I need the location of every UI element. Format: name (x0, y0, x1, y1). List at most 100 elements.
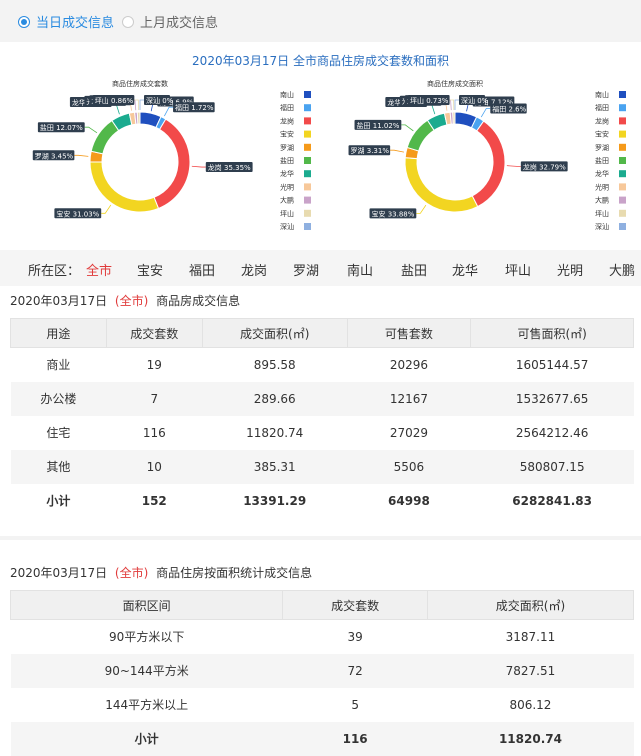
pie-leader-line (454, 99, 459, 110)
district-item-all[interactable]: 全市 (86, 260, 112, 279)
radio-icon[interactable] (18, 15, 30, 28)
tab-last-month[interactable]: 上月成交信息 (122, 12, 218, 31)
pie-leader-line (480, 108, 491, 118)
col-header: 用途 (10, 318, 107, 348)
table1-heading: 2020年03月17日 (全市) 商品房成交信息 (10, 292, 240, 309)
radio-icon[interactable] (122, 15, 134, 28)
legend-label: 深汕 (595, 222, 609, 231)
col-header: 可售套数 (346, 318, 472, 348)
table-cell: 3187.11 (505, 629, 556, 644)
legend-swatch (304, 196, 311, 204)
district-item-luohu[interactable]: 罗湖 (293, 260, 319, 279)
legend-label: 龙华 (280, 169, 294, 178)
pie-leader-line (84, 126, 98, 134)
pie-slice (153, 118, 191, 210)
table-cell: 895.58 (253, 357, 296, 372)
pie-leader-line (139, 99, 144, 110)
table2-district: (全市) (114, 566, 149, 580)
legend-label: 光明 (595, 182, 609, 191)
legend-label: 盐田 (280, 156, 294, 165)
table-cell: 商业 (46, 358, 71, 373)
district-item-nanshan[interactable]: 南山 (347, 260, 373, 279)
legend-swatch (304, 91, 311, 98)
table-cell: 580807.15 (470, 449, 634, 484)
legend-swatch (619, 196, 626, 204)
pie-data-label: 深汕 0% (461, 96, 489, 105)
section-divider (0, 536, 641, 540)
legend-label: 福田 (280, 103, 294, 112)
pie-data-label: 福田 2.6% (492, 104, 526, 113)
legend-label: 大鹏 (595, 196, 609, 205)
table-cell: 116 (282, 721, 428, 756)
table-cell: 1532677.65 (470, 381, 634, 416)
table-cell: 90平方米以下 (109, 630, 185, 645)
table-cell: 289.66 (202, 381, 348, 416)
table-cell: 5 (351, 697, 359, 712)
pie-leader-line (101, 204, 112, 214)
legend-swatch (619, 170, 626, 178)
table-cell: 144平方米以上 (105, 698, 189, 712)
table-row: 90~144平方米 72 7827.51 (10, 653, 634, 688)
tab-today[interactable]: 当日成交信息 (18, 12, 114, 31)
pie-slice (90, 119, 120, 155)
pie-leader-line (416, 204, 427, 214)
legend-swatch (304, 223, 311, 230)
legend-label: 大鹏 (280, 196, 294, 205)
district-item-yantian[interactable]: 盐田 (401, 260, 427, 279)
district-item-dapeng[interactable]: 大鹏 (609, 260, 635, 279)
district-item-pingshan[interactable]: 坪山 (505, 260, 531, 279)
table-row: 144平方米以上 5 806.12 (11, 688, 634, 722)
pie-slice (452, 111, 456, 125)
legend-label: 龙岗 (280, 116, 294, 125)
table-cell: 12167 (347, 381, 471, 416)
legend-swatch (619, 157, 626, 164)
table-cell: 7827.51 (427, 653, 634, 688)
legend-swatch (619, 130, 626, 138)
table-cell: 72 (282, 653, 428, 688)
table-cell: 64998 (388, 493, 430, 508)
pie-data-label: 龙岗 32.79% (523, 162, 566, 171)
legend-label: 宝安 (280, 130, 294, 139)
pie-title: 商品住房成交套数 (112, 79, 168, 88)
pie-slice (471, 120, 506, 208)
legend-swatch (304, 157, 311, 164)
table-cell: 27029 (389, 425, 429, 440)
pie-data-label: 宝安 31.03% (56, 209, 99, 218)
col-header: 成交套数 (282, 590, 428, 620)
pie-title: 商品住房成交面积 (427, 79, 483, 88)
table-cell: 6282841.83 (512, 493, 592, 508)
pie-data-label: 罗湖 3.45% (35, 151, 74, 160)
district-item-longhua[interactable]: 龙华 (452, 260, 478, 279)
pie-data-label: 盐田 11.02% (357, 121, 400, 130)
table2-heading: 2020年03月17日 (全市) 商品住房按面积统计成交信息 (10, 564, 312, 581)
legend-swatch (619, 223, 626, 230)
legend-swatch (619, 183, 626, 191)
table-cell: 90~144平方米 (10, 653, 283, 688)
pie-data-label: 盐田 12.07% (40, 123, 83, 132)
tab-bar: 当日成交信息 上月成交信息 (0, 0, 641, 42)
district-item-futian[interactable]: 福田 (189, 260, 215, 279)
table-row: 90平方米以下 39 3187.11 (11, 620, 634, 654)
pie-data-label: 坪山 0.73% (410, 96, 449, 105)
col-header: 面积区间 (9, 590, 284, 620)
pie-data-label: 福田 1.72% (175, 103, 214, 112)
legend-label: 龙岗 (595, 116, 609, 125)
table1-title: 商品房成交信息 (156, 294, 241, 308)
deal-table: 用途 成交套数 成交面积(㎡) 可售套数 可售面积(㎡) 商业 19 895.5… (10, 318, 634, 518)
legend-label: 坪山 (595, 209, 609, 218)
legend-label: 坪山 (280, 209, 294, 218)
legend-label: 福田 (595, 103, 609, 112)
table-cell: 116 (142, 425, 166, 440)
legend-label: 宝安 (595, 130, 609, 139)
legend-label: 光明 (280, 182, 294, 191)
table-row: 住宅 116 11820.74 27029 2564212.46 (11, 416, 634, 450)
legend-swatch (304, 170, 311, 178)
pie-leader-line (164, 106, 174, 117)
table-cell: 152 (141, 493, 167, 508)
district-item-guangming[interactable]: 光明 (557, 260, 583, 279)
pie-leader-line (390, 149, 405, 153)
table-cell: 办公楼 (10, 381, 107, 416)
district-item-longgang[interactable]: 龙岗 (241, 260, 267, 279)
district-item-baoan[interactable]: 宝安 (137, 260, 163, 279)
pie-leader-line (506, 165, 521, 167)
